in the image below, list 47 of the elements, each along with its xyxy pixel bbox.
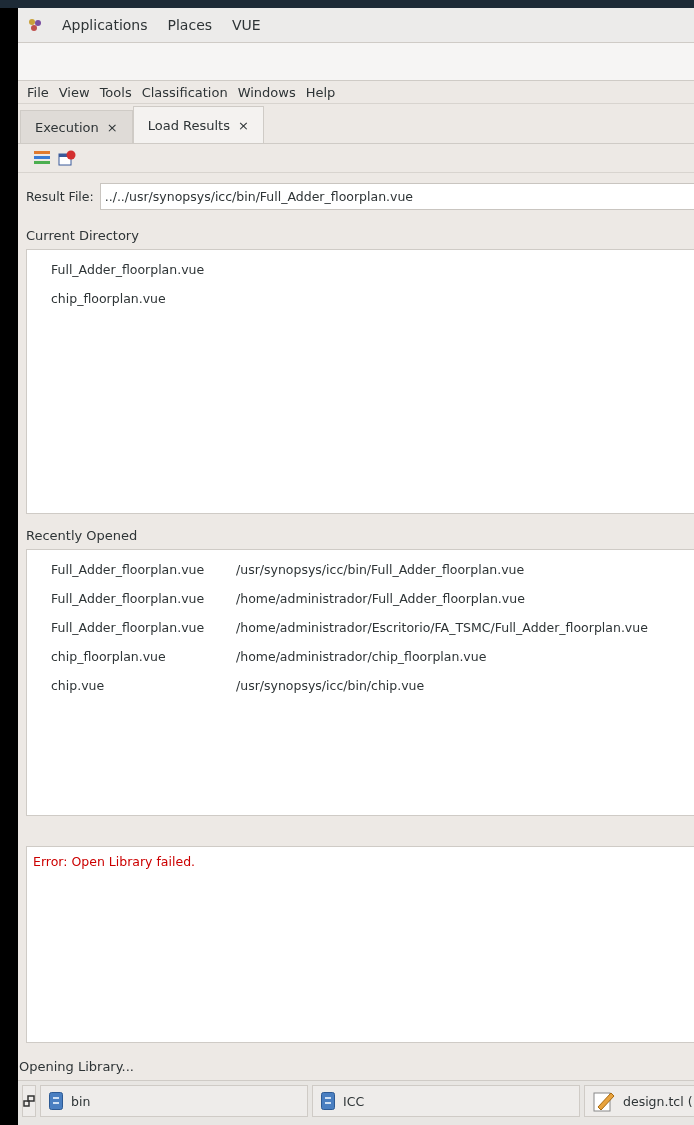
result-file-field[interactable]: ../../usr/synopsys/icc/bin/Full_Adder_floorplan.vue: [99, 183, 694, 210]
close-icon[interactable]: ×: [106, 119, 118, 135]
menu-item[interactable]: View: [58, 84, 90, 100]
status-text: Opening Library...: [18, 1058, 135, 1076]
directory-entry[interactable]: chip_floorplan.vue: [51, 291, 166, 306]
file-name[interactable]: Full_Adder_floorplan.vue: [51, 620, 236, 635]
file-path[interactable]: /home/administrador/chip_floorplan.vue: [236, 649, 487, 664]
file-path[interactable]: /home/administrador/Full_Adder_floorplan.vue: [236, 591, 525, 606]
list-icon[interactable]: [34, 151, 50, 165]
cabinet-icon: [49, 1092, 63, 1110]
panel-menu[interactable]: Applications: [62, 17, 148, 33]
directory-entry[interactable]: Full_Adder_floorplan.vue: [51, 262, 205, 277]
field-label: Result File:: [26, 189, 94, 204]
tab[interactable]: Execution ×: [20, 110, 133, 143]
file-name[interactable]: Full_Adder_floorplan.vue: [51, 562, 236, 577]
file-path[interactable]: /usr/synopsys/icc/bin/Full_Adder_floorplan.vue: [236, 562, 525, 577]
tab-label[interactable]: Load Results: [147, 117, 230, 133]
taskbar-label: bin: [71, 1093, 91, 1109]
section-title: Current Directory: [25, 227, 140, 245]
show-desktop-button[interactable]: [22, 1085, 36, 1117]
menu-item[interactable]: Tools: [99, 84, 132, 100]
logo-icon: [28, 18, 42, 32]
taskbar-button[interactable]: design.tcl (: [584, 1085, 694, 1117]
notepad-icon: [593, 1090, 615, 1112]
menu-item[interactable]: Help: [305, 84, 336, 100]
menu-item[interactable]: File: [27, 84, 49, 100]
file-name[interactable]: chip_floorplan.vue: [51, 649, 236, 664]
close-file-icon[interactable]: [58, 150, 76, 166]
taskbar-label: design.tcl (: [623, 1093, 693, 1109]
tab-label[interactable]: Execution: [35, 119, 99, 135]
file-name[interactable]: Full_Adder_floorplan.vue: [51, 591, 236, 606]
taskbar-button[interactable]: ICC: [312, 1085, 580, 1117]
section-title: Recently Opened: [25, 527, 139, 545]
file-path[interactable]: /home/administrador/Escritorio/FA_TSMC/Full_Adder_floorplan.vue: [236, 620, 648, 635]
file-name[interactable]: chip.vue: [51, 678, 236, 693]
panel-menu[interactable]: Places: [167, 17, 213, 33]
tab[interactable]: Load Results ×: [132, 106, 264, 143]
taskbar-button[interactable]: bin: [40, 1085, 308, 1117]
menu-item[interactable]: Windows: [237, 84, 296, 100]
panel-menu[interactable]: VUE: [232, 17, 261, 33]
file-path[interactable]: /usr/synopsys/icc/bin/chip.vue: [236, 678, 425, 693]
windows-icon: [23, 1095, 35, 1107]
log-message: Error: Open Library failed.: [32, 853, 197, 869]
cabinet-icon: [321, 1092, 335, 1110]
menu-item[interactable]: Classification: [141, 84, 228, 100]
close-icon[interactable]: ×: [237, 117, 249, 133]
taskbar-label: ICC: [343, 1093, 365, 1109]
